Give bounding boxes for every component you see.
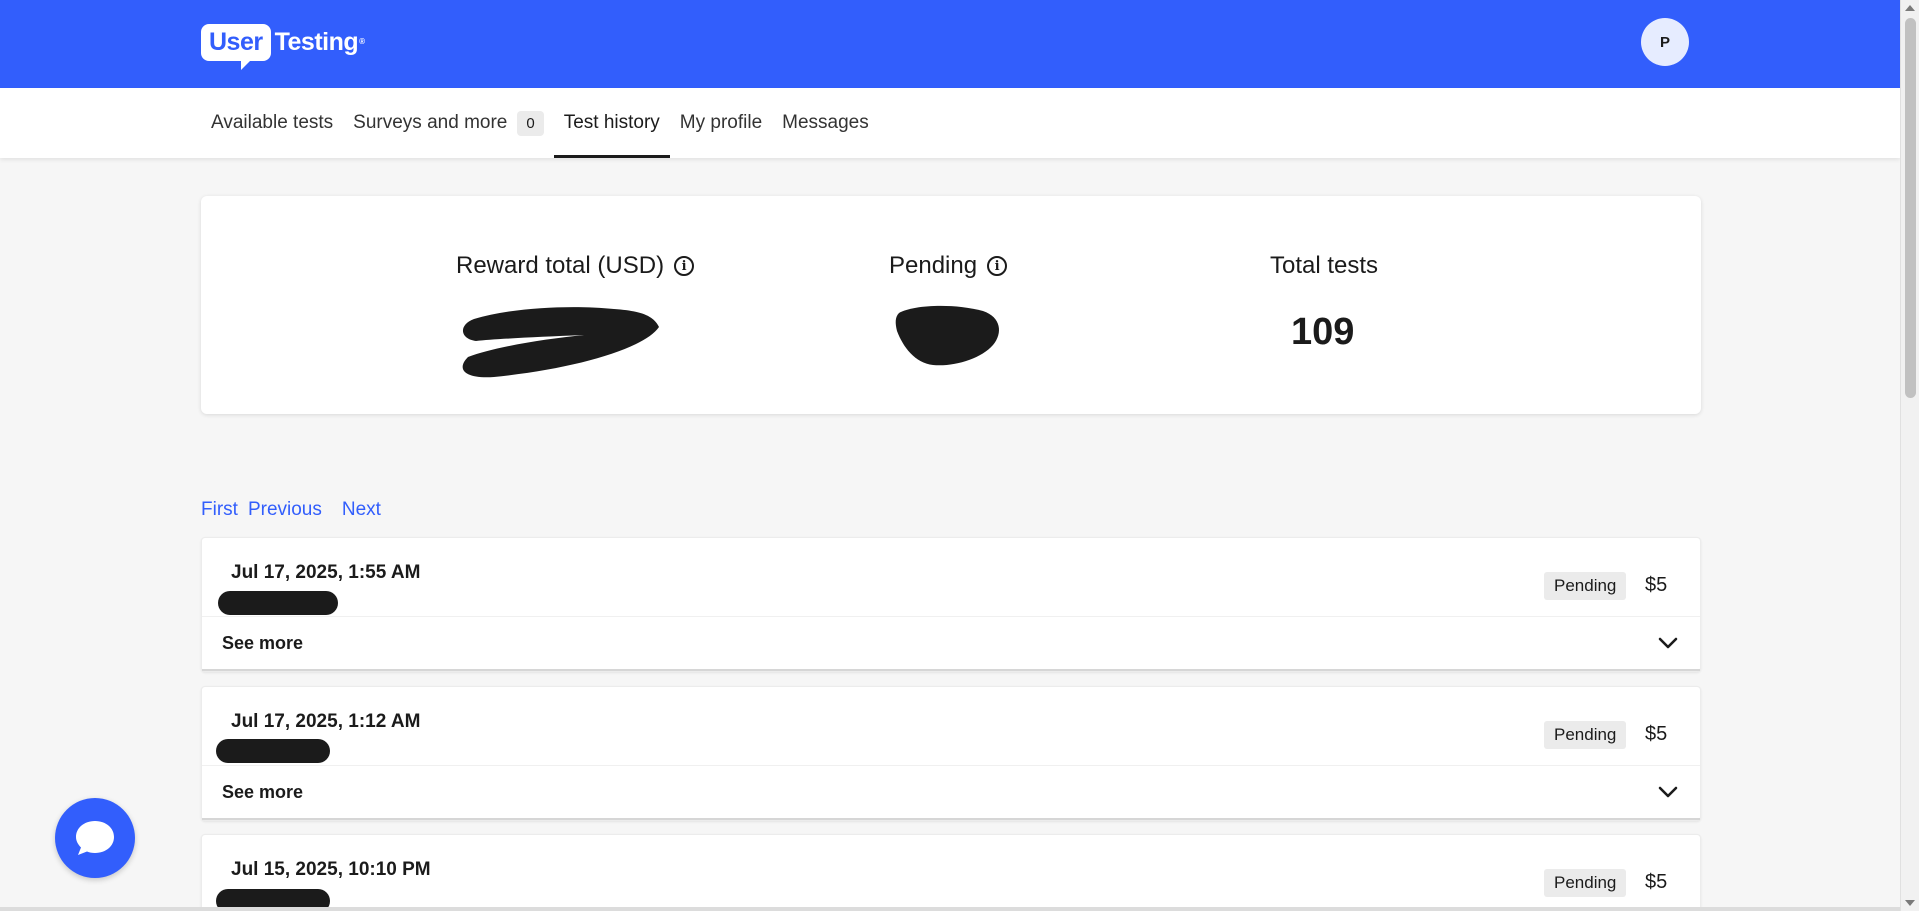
test-date: Jul 15, 2025, 10:10 PM bbox=[231, 859, 431, 880]
test-amount: $5 bbox=[1645, 723, 1668, 745]
scroll-down-icon[interactable] bbox=[1905, 900, 1915, 906]
pagination: First Previous Next bbox=[201, 499, 381, 521]
pending-text: Pending bbox=[889, 252, 978, 279]
see-more-label: See more bbox=[222, 781, 304, 802]
reward-total-label: Reward total (USD) i bbox=[456, 252, 695, 280]
usertesting-logo[interactable]: User Testing® bbox=[201, 20, 365, 70]
scrollbar-thumb[interactable] bbox=[1905, 18, 1916, 398]
chat-bubble-icon bbox=[76, 821, 114, 855]
test-history-item: Jul 15, 2025, 10:10 PM Pending $5 bbox=[201, 834, 1701, 911]
tab-my-profile[interactable]: My profile bbox=[670, 88, 772, 158]
pager-next-link[interactable]: Next bbox=[342, 499, 381, 521]
logo-testing-wordmark: Testing® bbox=[274, 28, 365, 56]
logo-user-wordmark: User bbox=[201, 23, 271, 70]
pending-label: Pending i bbox=[889, 252, 1008, 280]
surveys-count-badge: 0 bbox=[517, 110, 544, 136]
status-badge: Pending bbox=[1544, 869, 1627, 897]
total-tests-text: Total tests bbox=[1270, 252, 1379, 279]
tab-label: Surveys and more bbox=[353, 112, 508, 133]
top-header: User Testing® P bbox=[0, 0, 1900, 88]
avatar[interactable]: P bbox=[1641, 18, 1689, 66]
tab-available-tests[interactable]: Available tests bbox=[201, 88, 343, 158]
status-badge: Pending bbox=[1544, 572, 1627, 600]
tab-surveys-and-more[interactable]: Surveys and more 0 bbox=[343, 88, 554, 158]
tab-messages[interactable]: Messages bbox=[772, 88, 879, 158]
test-history-item: Jul 17, 2025, 1:55 AM Pending $5 See mor… bbox=[201, 537, 1701, 672]
nav-bar: Available tests Surveys and more 0 Test … bbox=[0, 88, 1900, 158]
redacted-pending-value bbox=[895, 305, 999, 366]
status-badge: Pending bbox=[1544, 721, 1627, 749]
see-more-toggle[interactable]: See more bbox=[202, 616, 1700, 671]
chat-button[interactable] bbox=[55, 798, 135, 878]
info-icon[interactable]: i bbox=[987, 256, 1008, 276]
redacted-reward-value bbox=[462, 307, 659, 378]
redacted-test-name bbox=[218, 591, 338, 615]
total-tests-value: 109 bbox=[1291, 311, 1355, 353]
horizontal-scrollbar[interactable] bbox=[0, 907, 1900, 911]
test-date: Jul 17, 2025, 1:55 AM bbox=[231, 562, 421, 583]
vertical-scrollbar[interactable] bbox=[1900, 0, 1919, 911]
tab-label: Available tests bbox=[211, 112, 334, 133]
info-icon[interactable]: i bbox=[674, 256, 695, 276]
tab-test-history[interactable]: Test history bbox=[553, 88, 670, 158]
test-date: Jul 17, 2025, 1:12 AM bbox=[231, 711, 421, 732]
test-amount: $5 bbox=[1645, 574, 1668, 596]
tab-label: Test history bbox=[563, 112, 660, 133]
stats-summary-card: Reward total (USD) i Pending i Total tes… bbox=[201, 196, 1701, 414]
see-more-label: See more bbox=[222, 632, 304, 653]
redacted-test-name bbox=[216, 739, 330, 763]
chevron-down-icon bbox=[1658, 637, 1678, 649]
tab-label: Messages bbox=[782, 112, 869, 133]
scroll-up-icon[interactable] bbox=[1905, 5, 1915, 11]
pager-previous-link[interactable]: Previous bbox=[248, 499, 322, 521]
chevron-down-icon bbox=[1658, 786, 1678, 798]
test-amount: $5 bbox=[1645, 871, 1668, 893]
tab-label: My profile bbox=[679, 112, 763, 133]
reward-total-text: Reward total (USD) bbox=[456, 252, 665, 279]
pager-first-link[interactable]: First bbox=[201, 499, 238, 521]
test-history-item: Jul 17, 2025, 1:12 AM Pending $5 See mor… bbox=[201, 686, 1701, 821]
see-more-toggle[interactable]: See more bbox=[202, 765, 1700, 820]
total-tests-label: Total tests bbox=[1270, 252, 1378, 280]
nav-tabs: Available tests Surveys and more 0 Test … bbox=[201, 88, 879, 158]
